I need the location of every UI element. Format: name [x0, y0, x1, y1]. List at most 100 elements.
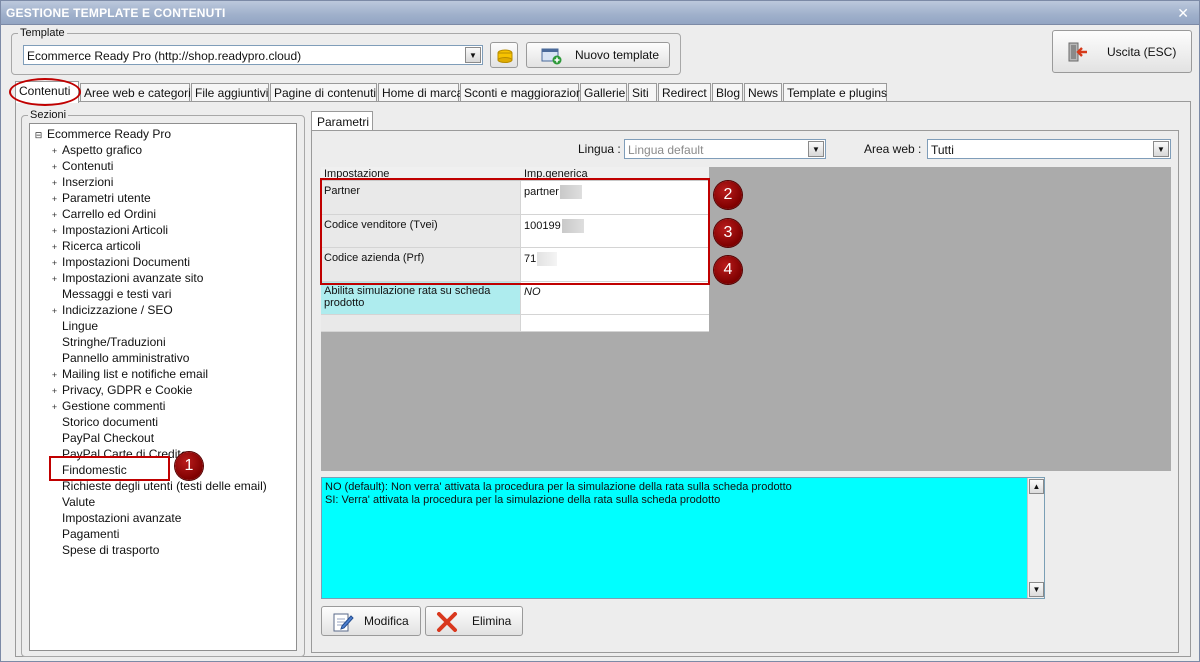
- tab-label: Aree web e categorie: [84, 86, 198, 100]
- folder-icon: [497, 49, 513, 63]
- expand-icon[interactable]: +: [50, 179, 59, 188]
- tree-item[interactable]: Impostazioni Articoli: [62, 223, 168, 237]
- tab-contenuti[interactable]: Contenuti: [15, 81, 79, 103]
- description-line: NO (default): Non verra' attivata la pro…: [325, 481, 792, 493]
- tree-root[interactable]: Ecommerce Ready Pro: [47, 127, 171, 141]
- grid-cell-value[interactable]: NO: [521, 282, 709, 315]
- expand-icon[interactable]: +: [50, 163, 59, 172]
- tree-item[interactable]: Pagamenti: [62, 527, 119, 541]
- description-line: SI: Verra' attivata la procedura per la …: [325, 494, 721, 506]
- scroll-up-icon[interactable]: ▲: [1029, 479, 1044, 494]
- chevron-down-icon[interactable]: ▼: [1153, 141, 1169, 157]
- tab-pagine-contenuti[interactable]: Pagine di contenuti: [270, 83, 377, 102]
- grid-cell-setting[interactable]: [321, 315, 521, 332]
- tab-label: Pagine di contenuti: [274, 86, 377, 100]
- window-title: GESTIONE TEMPLATE E CONTENUTI: [6, 6, 226, 20]
- expand-icon[interactable]: +: [50, 195, 59, 204]
- tab-label: News: [748, 86, 779, 100]
- tree-item[interactable]: Pannello amministrativo: [62, 351, 189, 365]
- app-window: GESTIONE TEMPLATE E CONTENUTI ✕ Template…: [0, 0, 1200, 662]
- delete-x-icon: [437, 612, 457, 632]
- grid-cell-setting[interactable]: Abilita simulazione rata su scheda prodo…: [321, 282, 521, 315]
- exit-label: Uscita (ESC): [1107, 44, 1177, 59]
- tree-item[interactable]: Aspetto grafico: [62, 143, 142, 157]
- tree-item[interactable]: Gestione commenti: [62, 399, 165, 413]
- lingua-select[interactable]: Lingua default ▼: [624, 139, 826, 159]
- edit-label: Modifica: [364, 614, 409, 628]
- tab-label: Parametri: [317, 115, 370, 129]
- tree-item[interactable]: Impostazioni Documenti: [62, 255, 190, 269]
- callout-badge-3: 3: [714, 219, 742, 247]
- tree-item[interactable]: Lingue: [62, 319, 98, 333]
- tree-item[interactable]: Carrello ed Ordini: [62, 207, 156, 221]
- new-template-button[interactable]: Nuovo template: [526, 42, 670, 68]
- scroll-down-icon[interactable]: ▼: [1029, 582, 1044, 597]
- tree-item[interactable]: Spese di trasporto: [62, 543, 159, 557]
- tab-redirect[interactable]: Redirect: [658, 83, 711, 102]
- grid-cell-value[interactable]: [521, 315, 709, 332]
- tree-item[interactable]: Richieste degli utenti (testi delle emai…: [62, 479, 267, 493]
- tab-gallerie[interactable]: Gallerie: [580, 83, 627, 102]
- tree-item[interactable]: Valute: [62, 495, 95, 509]
- edit-button[interactable]: Modifica: [321, 606, 421, 636]
- expand-icon[interactable]: +: [50, 387, 59, 396]
- expand-icon[interactable]: +: [50, 227, 59, 236]
- expand-icon[interactable]: +: [50, 307, 59, 316]
- tree-item[interactable]: Messaggi e testi vari: [62, 287, 171, 301]
- area-web-select[interactable]: Tutti ▼: [927, 139, 1171, 159]
- expand-icon[interactable]: +: [50, 403, 59, 412]
- tab-label: Redirect: [662, 86, 707, 100]
- tab-parametri[interactable]: Parametri: [311, 111, 373, 131]
- description-text: NO (default): Non verra' attivata la pro…: [325, 481, 792, 507]
- tree-item[interactable]: Parametri utente: [62, 191, 151, 205]
- collapse-icon[interactable]: ⊟: [34, 131, 43, 140]
- template-select[interactable]: Ecommerce Ready Pro (http://shop.readypr…: [23, 45, 483, 65]
- tree-item[interactable]: Inserzioni: [62, 175, 113, 189]
- exit-button[interactable]: Uscita (ESC): [1052, 30, 1192, 73]
- sections-legend: Sezioni: [28, 109, 69, 121]
- expand-icon[interactable]: +: [50, 211, 59, 220]
- folder-button[interactable]: [490, 42, 518, 68]
- lingua-select-value: Lingua default: [628, 143, 704, 157]
- tab-siti[interactable]: Siti: [628, 83, 657, 102]
- description-textarea[interactable]: NO (default): Non verra' attivata la pro…: [321, 477, 1045, 599]
- tab-blog[interactable]: Blog: [712, 83, 743, 102]
- tree-item[interactable]: Stringhe/Traduzioni: [62, 335, 166, 349]
- edit-pencil-icon: [333, 613, 354, 632]
- tab-label: Siti: [632, 86, 649, 100]
- chevron-down-icon[interactable]: ▼: [808, 141, 824, 157]
- tree-item[interactable]: Storico documenti: [62, 415, 158, 429]
- tree-item[interactable]: Indicizzazione / SEO: [62, 303, 173, 317]
- tab-sconti[interactable]: Sconti e maggiorazioni: [460, 83, 585, 102]
- delete-button[interactable]: Elimina: [425, 606, 523, 636]
- tree-item[interactable]: Mailing list e notifiche email: [62, 367, 208, 381]
- tab-file-aggiuntivi[interactable]: File aggiuntivi: [191, 83, 269, 102]
- expand-icon[interactable]: +: [50, 275, 59, 284]
- tab-label: Gallerie: [584, 86, 626, 100]
- tree-item[interactable]: Ricerca articoli: [62, 239, 141, 253]
- tree-item[interactable]: PayPal Checkout: [62, 431, 154, 445]
- tab-label: Template e plugins: [787, 86, 888, 100]
- tab-news[interactable]: News: [744, 83, 782, 102]
- expand-icon[interactable]: +: [50, 259, 59, 268]
- expand-icon[interactable]: +: [50, 147, 59, 156]
- tree-item[interactable]: Impostazioni avanzate sito: [62, 271, 203, 285]
- tree-item[interactable]: Privacy, GDPR e Cookie: [62, 383, 192, 397]
- chevron-down-icon[interactable]: ▼: [465, 47, 481, 63]
- tree-item[interactable]: Contenuti: [62, 159, 113, 173]
- description-scrollbar[interactable]: ▲ ▼: [1027, 478, 1044, 598]
- template-legend: Template: [18, 27, 67, 39]
- tab-label: Blog: [716, 86, 741, 100]
- tab-template-plugins[interactable]: Template e plugins: [783, 83, 887, 102]
- tab-label: File aggiuntivi: [195, 86, 269, 100]
- add-window-icon: [541, 48, 562, 65]
- expand-icon[interactable]: +: [50, 371, 59, 380]
- tree-item[interactable]: Impostazioni avanzate: [62, 511, 181, 525]
- expand-icon[interactable]: +: [50, 243, 59, 252]
- close-icon[interactable]: ✕: [1177, 5, 1189, 22]
- callout-badge-4: 4: [714, 256, 742, 284]
- sections-tree[interactable]: ⊟ Ecommerce Ready Pro + Aspetto grafico …: [29, 123, 297, 651]
- tab-aree-web[interactable]: Aree web e categorie: [80, 83, 197, 102]
- callout-badge-2: 2: [714, 181, 742, 209]
- tab-home-marca[interactable]: Home di marca: [378, 83, 463, 102]
